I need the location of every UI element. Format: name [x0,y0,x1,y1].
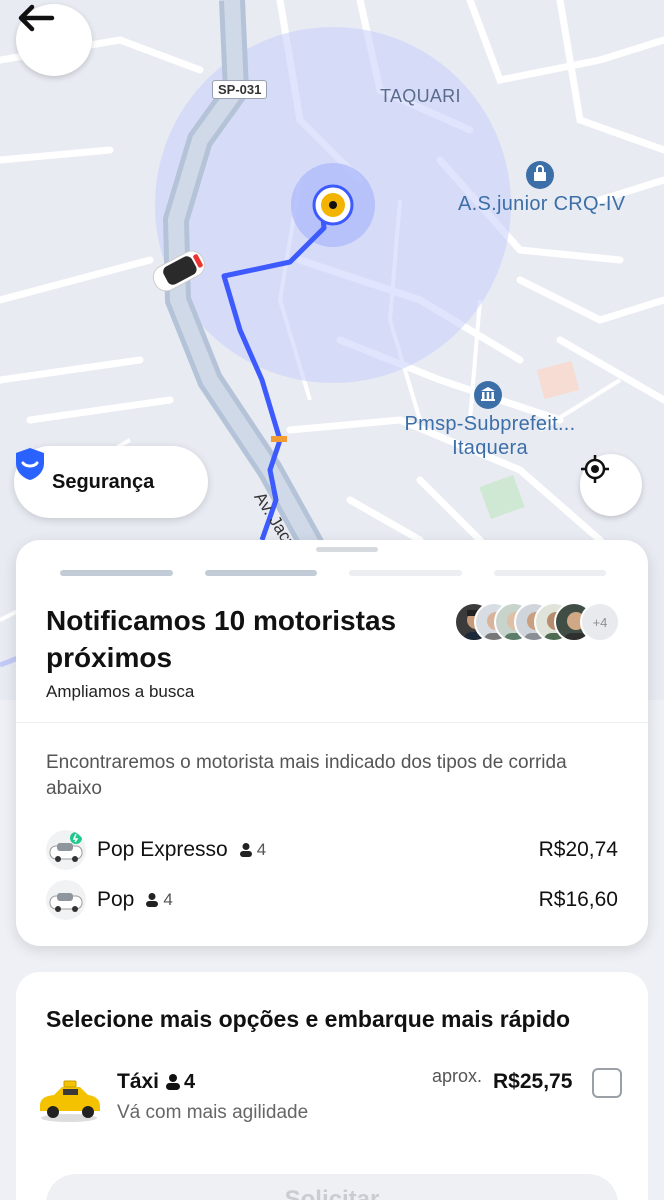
ride-option-pop: Pop 4 R$16,60 [46,880,618,920]
progress-step [493,570,606,576]
notified-drivers-avatars: +4 [454,602,624,642]
option-seats-count: 4 [256,840,267,859]
car-icon [46,880,86,920]
safety-label: Segurança [52,470,155,493]
divider [16,722,648,723]
more-options-panel: Selecione mais opções e embarque mais rá… [16,972,648,1200]
taxi-option[interactable]: Táxi 4 Vá com mais agilidade aprox. R$25… [36,1066,628,1132]
back-button[interactable] [16,4,92,76]
taxi-icon [36,1076,102,1124]
taxi-seats-count: 4 [184,1070,196,1093]
poi-label-crq[interactable]: A.S.junior CRQ-IV [458,192,625,216]
request-button[interactable]: Solicitar [46,1174,618,1200]
district-label: TAQUARI [380,86,461,106]
pickup-location-marker [312,184,354,226]
person-icon [146,893,159,907]
option-seats-count: 4 [163,890,173,909]
person-icon [239,843,252,857]
person-icon [166,1074,181,1090]
search-status-card: Notificamos 10 motoristas próximos Ampli… [16,540,648,946]
option-seats: 4 [144,890,173,910]
government-poi-icon[interactable] [479,385,497,403]
progress-step [60,570,173,576]
more-drivers-count: +4 [580,602,620,642]
option-seats: 4 [238,840,266,860]
taxi-seats: 4 [165,1071,195,1094]
ride-option-pop-expresso: Pop Expresso 4 R$20,74 [46,830,618,870]
taxi-price-prefix: aprox. [432,1066,483,1086]
poi-label-line1: Pmsp-Subprefeit... [404,413,576,435]
taxi-price: R$25,75 [493,1070,573,1093]
search-progress [60,570,606,576]
progress-step [349,570,462,576]
taxi-name-row: Táxi 4 [117,1070,195,1094]
status-subtitle: Ampliamos a busca [46,682,195,701]
locate-me-button[interactable] [580,454,642,516]
road-badge: SP-031 [212,80,268,99]
progress-step [204,570,317,576]
lock-poi-icon[interactable] [532,165,548,183]
taxi-description: Vá com mais agilidade [117,1102,309,1123]
taxi-checkbox[interactable] [592,1068,622,1098]
option-name: Pop Expresso [97,838,228,861]
option-name: Pop [97,888,135,911]
poi-label-subprefeitura[interactable]: Pmsp-Subprefeit... Itaquera [400,412,580,460]
taxi-name: Táxi [117,1070,160,1093]
more-options-title: Selecione mais opções e embarque mais rá… [46,1006,571,1032]
car-express-icon [46,830,86,870]
option-price: R$16,60 [538,888,618,911]
status-title: Notificamos 10 motoristas próximos [46,605,397,673]
search-info-text: Encontraremos o motorista mais indicado … [46,752,567,799]
option-price: R$20,74 [538,838,618,861]
safety-button[interactable]: Segurança [14,446,208,518]
poi-label-line2: Itaquera [452,437,528,459]
drag-handle[interactable] [316,547,378,552]
